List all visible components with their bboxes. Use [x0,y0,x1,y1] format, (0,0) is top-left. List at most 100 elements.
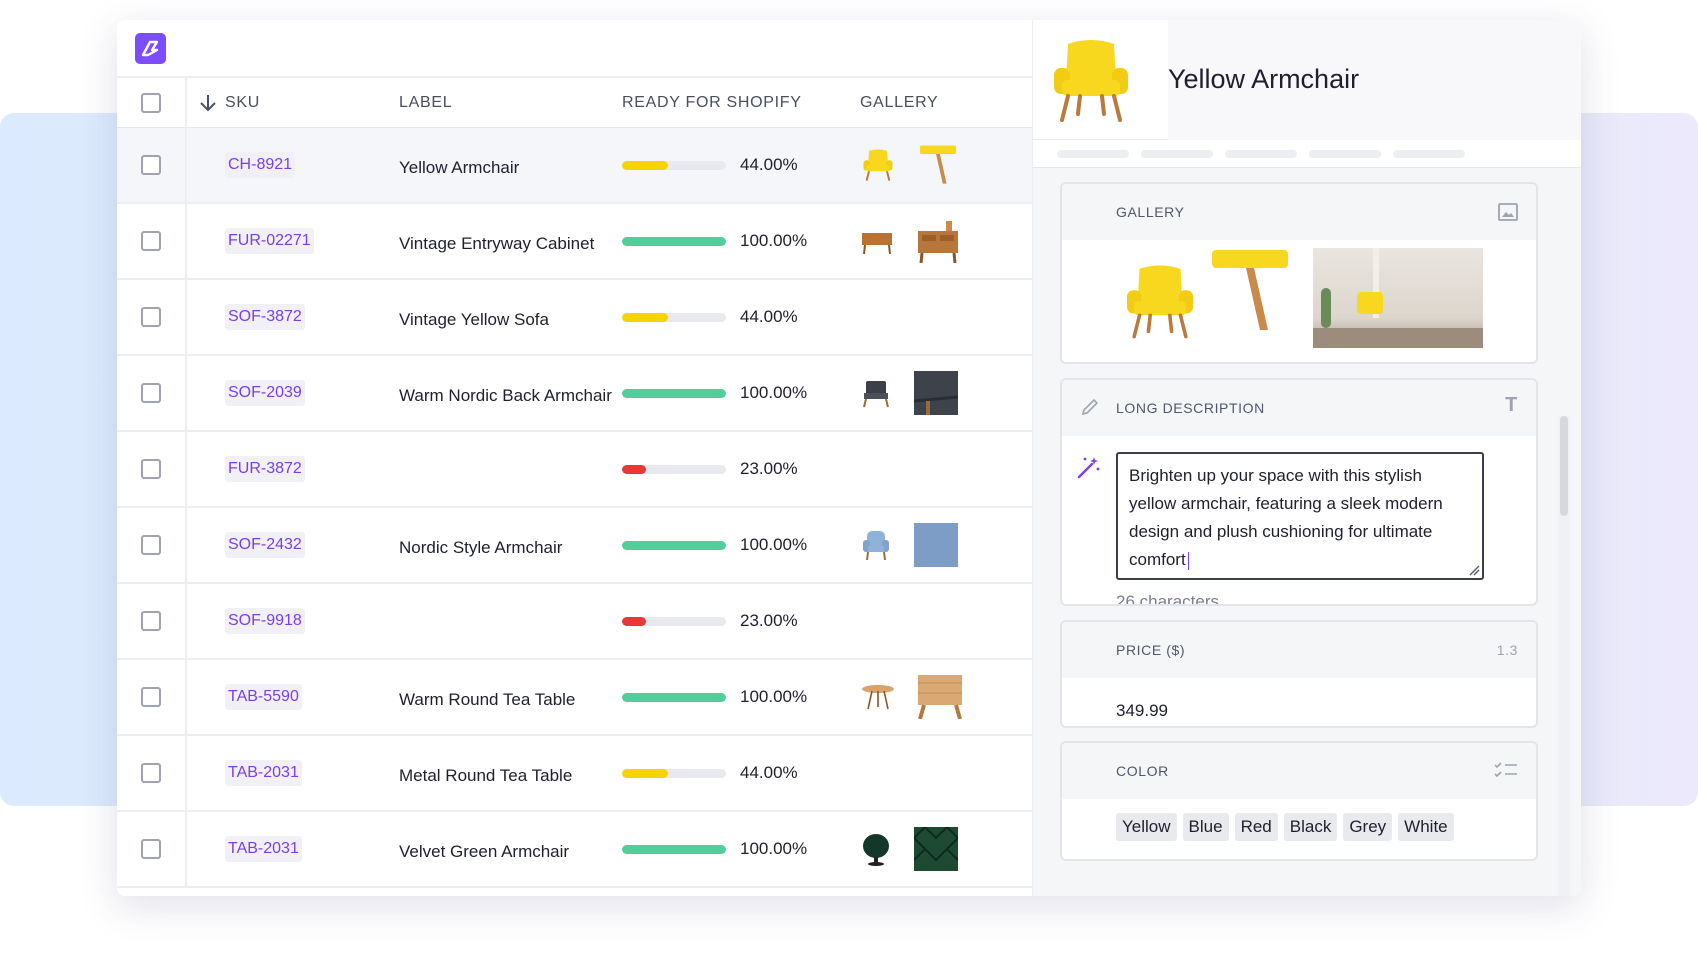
row-checkbox-cell [117,128,187,202]
sku-header-label: SKU [225,93,260,111]
panel-header: Yellow Armchair [1033,20,1581,140]
row-checkbox[interactable] [141,231,161,251]
gallery-thumbnail-wood-cabinet[interactable] [860,227,894,255]
progress-bar [622,540,726,550]
gallery-thumbnail-wood-cabinet-detail[interactable] [916,219,960,263]
color-chip[interactable]: Red [1234,813,1278,841]
header-checkbox-cell [117,78,187,127]
label-cell[interactable]: Nordic Style Armchair [359,538,622,558]
gallery-image-armchair[interactable] [1118,260,1202,342]
progress-bar [622,768,726,778]
gallery-thumbnail-blue-armchair[interactable] [860,528,892,562]
progress-percent: 100.00% [740,383,808,402]
gallery-column-header[interactable]: GALLERY [860,94,1030,112]
scrollbar-thumb[interactable] [1560,416,1568,516]
sku-badge[interactable]: TAB-2031 [225,836,302,862]
gallery-cell [860,523,1030,567]
gallery-thumbnail-blue-fabric[interactable] [914,523,958,567]
sku-cell: CH-8921 [187,152,359,178]
label-cell[interactable]: Yellow Armchair [359,158,622,178]
app-logo[interactable] [135,33,166,64]
color-chip[interactable]: Yellow [1116,813,1177,841]
progress-fill [622,692,726,702]
table-row[interactable]: TAB-2031 Velvet Green Armchair 100.00% [117,812,1032,888]
sort-down-icon[interactable] [199,93,217,113]
row-checkbox-cell [117,432,187,506]
sku-badge[interactable]: TAB-5590 [225,684,302,710]
row-checkbox[interactable] [141,307,161,327]
color-chip[interactable]: Black [1283,813,1338,841]
price-field-label: PRICE ($) [1116,642,1186,658]
gallery-thumbnail-yellow-armchair[interactable] [860,147,896,183]
gallery-thumbnail-chair-leg[interactable] [918,143,958,187]
table-row[interactable]: TAB-5590 Warm Round Tea Table 100.00% [117,660,1032,736]
row-checkbox[interactable] [141,611,161,631]
color-chip[interactable]: Blue [1182,813,1229,841]
gallery-cell [860,143,1030,187]
gallery-thumbnail-wood-table-detail[interactable] [918,675,962,719]
sku-badge[interactable]: SOF-2432 [225,532,305,558]
resize-handle-icon[interactable] [1468,564,1480,576]
color-field-label: COLOR [1116,763,1169,779]
progress-percent: 44.00% [740,763,798,782]
table-row[interactable]: SOF-2432 Nordic Style Armchair 100.00% [117,508,1032,584]
row-checkbox-cell [117,508,187,582]
progress-fill [622,236,726,246]
color-chip[interactable]: Grey [1343,813,1393,841]
row-checkbox[interactable] [141,763,161,783]
long-description-textarea[interactable]: Brighten up your space with this stylish… [1116,452,1484,580]
detail-panel: Yellow Armchair GALLERY LONG DESCRIPTION… [1032,20,1581,896]
ready-column-header[interactable]: READY FOR SHOPIFY [622,94,860,112]
gallery-cell [860,219,1030,263]
gallery-thumbnail-dark-armchair[interactable] [860,377,892,409]
label-column-header[interactable]: LABEL [359,94,622,112]
table-row[interactable]: TAB-2031 Metal Round Tea Table 44.00% [117,736,1032,812]
gallery-image-chair-leg[interactable] [1208,248,1292,334]
price-value[interactable]: 349.99 [1116,701,1168,721]
sku-badge[interactable]: CH-8921 [225,152,296,178]
character-count: 26 characters [1116,592,1219,606]
color-chip[interactable]: White [1398,813,1454,841]
sku-badge[interactable]: SOF-2039 [225,380,305,406]
row-checkbox[interactable] [141,839,161,859]
table-row[interactable]: SOF-9918 23.00% [117,584,1032,660]
label-cell[interactable]: Metal Round Tea Table [359,766,622,786]
row-checkbox[interactable] [141,383,161,403]
select-all-checkbox[interactable] [141,92,161,113]
gallery-thumbnail-round-table[interactable] [860,683,896,711]
sku-column-header[interactable]: SKU [187,93,359,113]
progress-fill [622,464,646,474]
long-description-text: Brighten up your space with this stylish… [1129,466,1443,569]
row-checkbox[interactable] [141,459,161,479]
sku-badge[interactable]: TAB-2031 [225,760,302,786]
gallery-thumbnail-green-velvet[interactable] [914,827,958,871]
row-checkbox[interactable] [141,687,161,707]
sku-badge[interactable]: FUR-3872 [225,456,305,482]
sku-cell: TAB-2031 [187,836,359,862]
table-row[interactable]: FUR-02271 Vintage Entryway Cabinet 100.00% [117,204,1032,280]
progress-fill [622,844,726,854]
progress-bar [622,464,726,474]
table-row[interactable]: CH-8921 Yellow Armchair 44.00% [117,128,1032,204]
color-chips: Yellow Blue Red Black Grey White [1116,813,1454,841]
magic-wand-icon[interactable] [1076,454,1102,480]
label-cell[interactable]: Warm Nordic Back Armchair [359,386,622,406]
table-row[interactable]: FUR-3872 23.00% [117,432,1032,508]
table-row[interactable]: SOF-2039 Warm Nordic Back Armchair 100.00% [117,356,1032,432]
label-cell[interactable]: Vintage Entryway Cabinet [359,234,622,254]
table-row[interactable]: SOF-3872 Vintage Yellow Sofa 44.00% [117,280,1032,356]
gallery-thumbnail-dark-fabric[interactable] [914,371,958,415]
label-cell[interactable]: Velvet Green Armchair [359,842,622,862]
gallery-cell [860,675,1030,719]
label-cell[interactable]: Warm Round Tea Table [359,690,622,710]
ready-cell: 23.00% [622,611,860,631]
gallery-thumbnail-green-chair[interactable] [860,832,892,866]
row-checkbox[interactable] [141,535,161,555]
sku-badge[interactable]: SOF-9918 [225,608,305,634]
ready-cell: 23.00% [622,459,860,479]
label-cell[interactable]: Vintage Yellow Sofa [359,310,622,330]
gallery-image-room[interactable] [1313,248,1483,348]
row-checkbox[interactable] [141,155,161,175]
sku-badge[interactable]: SOF-3872 [225,304,305,330]
sku-badge[interactable]: FUR-02271 [225,228,314,254]
